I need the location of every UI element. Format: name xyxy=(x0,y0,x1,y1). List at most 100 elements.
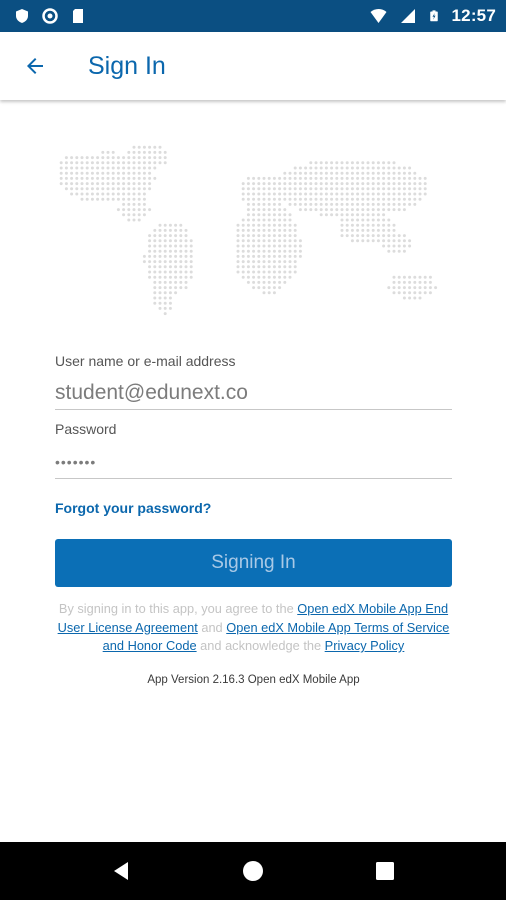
map-dot xyxy=(408,280,412,284)
map-dot xyxy=(376,171,380,175)
map-dot xyxy=(304,171,308,175)
map-dot xyxy=(293,223,297,227)
map-dot xyxy=(122,171,126,175)
map-dot xyxy=(272,223,276,227)
map-dot xyxy=(356,228,360,232)
map-dot xyxy=(64,171,68,175)
map-dot xyxy=(80,176,84,180)
map-dot xyxy=(252,176,256,180)
nav-back-button[interactable] xyxy=(101,851,141,891)
map-dot xyxy=(392,286,396,290)
back-button[interactable] xyxy=(0,32,70,100)
map-dot xyxy=(246,202,250,206)
map-dot xyxy=(371,223,375,227)
circle-icon xyxy=(42,8,58,24)
map-dot xyxy=(392,275,396,279)
map-dot xyxy=(387,208,391,212)
map-dot xyxy=(158,249,162,253)
map-dot xyxy=(293,182,297,186)
map-dot xyxy=(59,171,63,175)
map-dot xyxy=(158,301,162,305)
privacy-policy-link[interactable]: Privacy Policy xyxy=(325,638,405,653)
map-dot xyxy=(252,239,256,243)
map-dot xyxy=(142,260,146,264)
map-dot xyxy=(241,234,245,238)
map-dot xyxy=(137,161,141,165)
map-dot xyxy=(174,254,178,258)
password-input[interactable] xyxy=(55,450,452,474)
map-dot xyxy=(116,161,120,165)
map-dot xyxy=(262,249,266,253)
map-dot xyxy=(153,260,157,264)
map-dot xyxy=(392,249,396,253)
map-dot xyxy=(356,166,360,170)
map-dot xyxy=(283,223,287,227)
map-dot xyxy=(236,254,240,258)
map-dot xyxy=(158,156,162,160)
map-dot xyxy=(288,187,292,191)
map-dot xyxy=(272,187,276,191)
username-input[interactable] xyxy=(55,378,452,408)
map-dot xyxy=(174,244,178,248)
map-dot xyxy=(80,171,84,175)
map-dot xyxy=(319,202,323,206)
map-dot xyxy=(309,171,313,175)
map-dot xyxy=(241,249,245,253)
map-dot xyxy=(153,176,157,180)
map-dot xyxy=(246,234,250,238)
map-dot xyxy=(361,239,365,243)
map-dot xyxy=(158,280,162,284)
map-dot xyxy=(272,270,276,274)
map-dot xyxy=(101,176,105,180)
map-dot xyxy=(293,171,297,175)
map-dot xyxy=(158,296,162,300)
map-dot xyxy=(314,187,318,191)
map-dot xyxy=(402,291,406,295)
map-dot xyxy=(153,145,157,149)
map-dot xyxy=(163,234,167,238)
map-dot xyxy=(106,166,110,170)
map-dot xyxy=(293,197,297,201)
map-dot xyxy=(408,176,412,180)
map-dot xyxy=(246,249,250,253)
map-dot xyxy=(397,208,401,212)
map-dot xyxy=(158,286,162,290)
map-dot xyxy=(90,182,94,186)
map-dot xyxy=(257,275,261,279)
signin-button[interactable]: Signing In xyxy=(55,539,452,587)
map-dot xyxy=(257,208,261,212)
map-dot xyxy=(96,166,100,170)
map-dot xyxy=(246,280,250,284)
map-dot xyxy=(101,171,105,175)
map-dot xyxy=(174,234,178,238)
map-dot xyxy=(241,270,245,274)
map-dot xyxy=(257,280,261,284)
map-dot xyxy=(246,244,250,248)
map-dot xyxy=(64,166,68,170)
forgot-password-link[interactable]: Forgot your password? xyxy=(55,500,211,516)
map-dot xyxy=(330,202,334,206)
map-dot xyxy=(246,208,250,212)
map-dot xyxy=(418,296,422,300)
map-dot xyxy=(319,208,323,212)
map-dot xyxy=(267,280,271,284)
map-dot xyxy=(174,223,178,227)
map-dot xyxy=(288,270,292,274)
map-dot xyxy=(236,270,240,274)
map-dot xyxy=(148,187,152,191)
map-dot xyxy=(356,187,360,191)
map-dot xyxy=(80,187,84,191)
map-dot xyxy=(376,187,380,191)
map-dot xyxy=(262,197,266,201)
map-dot xyxy=(340,234,344,238)
map-dot xyxy=(376,182,380,186)
nav-home-button[interactable] xyxy=(233,851,273,891)
map-dot xyxy=(90,166,94,170)
map-dot xyxy=(293,202,297,206)
map-dot xyxy=(168,228,172,232)
map-dot xyxy=(309,187,313,191)
map-dot xyxy=(293,192,297,196)
map-dot xyxy=(267,275,271,279)
map-dot xyxy=(278,192,282,196)
nav-recents-button[interactable] xyxy=(365,851,405,891)
